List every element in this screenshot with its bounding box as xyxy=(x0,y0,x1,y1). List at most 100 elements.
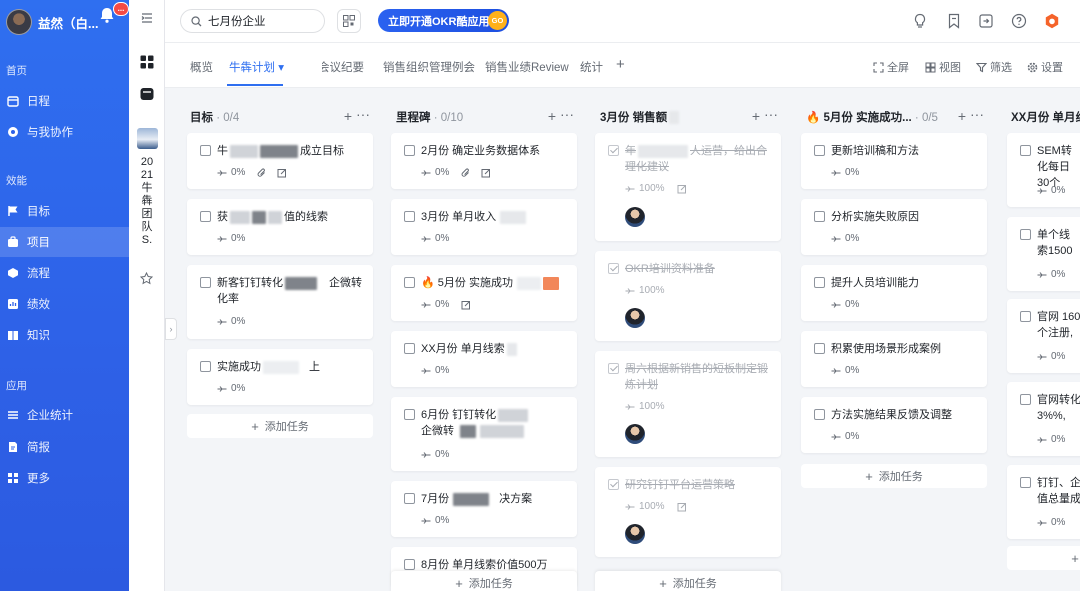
task-card[interactable]: 官网转化3%%, 0% xyxy=(1007,382,1080,456)
task-checkbox[interactable] xyxy=(608,479,619,490)
assignee-avatar[interactable] xyxy=(625,424,645,444)
team-thumbnail[interactable] xyxy=(137,128,158,149)
edit-icon[interactable] xyxy=(677,502,687,512)
app-logo-icon[interactable] xyxy=(1044,13,1060,29)
task-checkbox[interactable] xyxy=(404,343,415,354)
sidebar-item-calendar[interactable]: 日程 xyxy=(0,86,129,116)
tab-meeting-notes[interactable]: 会议纪要 xyxy=(322,59,366,75)
tab-sales-review[interactable]: 销售业绩Review xyxy=(485,59,569,75)
task-card[interactable]: 新客钉钉转化 企微转化率 0% xyxy=(187,265,373,339)
task-checkbox[interactable] xyxy=(404,277,415,288)
edit-icon[interactable] xyxy=(461,300,471,310)
task-card[interactable]: 积累使用场景形成案例 0% xyxy=(801,331,987,387)
task-checkbox[interactable] xyxy=(200,211,211,222)
tab-overview[interactable]: 概览 xyxy=(190,59,213,75)
task-checkbox[interactable] xyxy=(404,145,415,156)
task-card[interactable]: 3月份 单月收入 0% xyxy=(391,199,577,255)
task-checkbox[interactable] xyxy=(608,263,619,274)
team-name[interactable]: 2021牛犇团队S. xyxy=(139,156,155,247)
task-card[interactable]: SEM转化每日30个 0% xyxy=(1007,133,1080,207)
qr-code-button[interactable] xyxy=(337,9,361,33)
task-checkbox[interactable] xyxy=(404,211,415,222)
add-icon[interactable]: + xyxy=(752,108,760,124)
task-checkbox[interactable] xyxy=(200,145,211,156)
task-checkbox[interactable] xyxy=(1020,477,1031,488)
more-icon[interactable]: ··· xyxy=(970,106,984,122)
sidebar-item-goals[interactable]: 目标 xyxy=(0,196,129,226)
export-icon[interactable] xyxy=(978,13,994,29)
avatar[interactable] xyxy=(6,9,32,35)
task-card[interactable]: 分析实施失败原因 0% xyxy=(801,199,987,255)
add-task-button[interactable]: +添加任务 xyxy=(187,414,373,438)
tab-statistics[interactable]: 统计 xyxy=(580,59,603,75)
task-checkbox[interactable] xyxy=(200,277,211,288)
task-checkbox[interactable] xyxy=(608,363,619,374)
add-task-button[interactable]: +添加任务 xyxy=(595,571,781,591)
task-card[interactable]: 单个线索1500 0% xyxy=(1007,217,1080,291)
menu-fold-icon[interactable] xyxy=(141,12,153,24)
task-card[interactable]: 钉钉、企值总量成 0% xyxy=(1007,465,1080,539)
okr-promo-button[interactable]: 立即开通OKR酷应用 GO xyxy=(378,9,509,32)
search-input[interactable]: 七月份企业 xyxy=(180,9,325,33)
sidebar-item-knowledge[interactable]: 知识 xyxy=(0,320,129,350)
add-task-button[interactable]: +添加任务 xyxy=(1007,546,1080,570)
app-grid-icon[interactable] xyxy=(140,55,154,69)
task-card[interactable]: 年人运营，给出合理化建议 100% xyxy=(595,133,781,241)
sidebar-item-briefing[interactable]: 简报 xyxy=(0,432,129,462)
task-checkbox[interactable] xyxy=(1020,311,1031,322)
sidebar-item-enterprise-stats[interactable]: 企业统计 xyxy=(0,400,129,430)
task-checkbox[interactable] xyxy=(814,145,825,156)
task-checkbox[interactable] xyxy=(814,277,825,288)
sidebar-item-flow[interactable]: 流程 xyxy=(0,258,129,288)
add-icon[interactable]: + xyxy=(548,108,556,124)
task-card[interactable]: 获 值的线索 0% xyxy=(187,199,373,255)
task-card[interactable]: 实施成功 上 0% xyxy=(187,349,373,405)
edit-icon[interactable] xyxy=(481,168,491,178)
task-checkbox[interactable] xyxy=(404,559,415,570)
view-button[interactable]: 视图 xyxy=(925,59,961,75)
task-card[interactable]: 提升人员培训能力 0% xyxy=(801,265,987,321)
task-card[interactable]: 周六根据新销售的短板制定锻炼计划 100% xyxy=(595,351,781,457)
assignee-avatar[interactable] xyxy=(625,524,645,544)
add-icon[interactable]: + xyxy=(344,108,352,124)
task-card[interactable]: 🔥 5月份 实施成功 0% xyxy=(391,265,577,321)
task-card[interactable]: 研究钉钉平台运营策略 100% xyxy=(595,467,781,557)
sidebar-item-more[interactable]: 更多 xyxy=(0,463,129,493)
task-card[interactable]: 方法实施结果反馈及调整 0% xyxy=(801,397,987,453)
task-card[interactable]: 7月份 决方案 0% xyxy=(391,481,577,537)
assignee-avatar[interactable] xyxy=(625,207,645,227)
task-card[interactable]: 官网 160个注册, 0% xyxy=(1007,299,1080,373)
tab-sales-meeting[interactable]: 销售组织管理例会 xyxy=(383,59,475,75)
attachment-icon[interactable] xyxy=(461,167,471,178)
more-icon[interactable]: ··· xyxy=(764,106,778,122)
edit-icon[interactable] xyxy=(277,168,287,178)
star-icon[interactable] xyxy=(140,272,153,285)
task-card[interactable]: OKR培训资料准备 100% xyxy=(595,251,781,341)
tab-niuben-plan[interactable]: 牛犇计划 ▾ xyxy=(229,59,284,75)
more-icon[interactable]: ··· xyxy=(560,106,574,122)
task-checkbox[interactable] xyxy=(200,361,211,372)
edit-icon[interactable] xyxy=(677,184,687,194)
task-checkbox[interactable] xyxy=(814,343,825,354)
task-checkbox[interactable] xyxy=(1020,229,1031,240)
add-icon[interactable]: + xyxy=(958,108,966,124)
attachment-icon[interactable] xyxy=(257,167,267,178)
task-checkbox[interactable] xyxy=(404,493,415,504)
add-task-button[interactable]: +添加任务 xyxy=(801,464,987,488)
task-checkbox[interactable] xyxy=(1020,145,1031,156)
sidebar-item-projects[interactable]: 项目 xyxy=(0,227,129,257)
folder-icon[interactable] xyxy=(140,87,154,101)
task-card[interactable]: XX月份 单月线索 0% xyxy=(391,331,577,387)
task-checkbox[interactable] xyxy=(814,211,825,222)
more-icon[interactable]: ··· xyxy=(356,106,370,122)
assignee-avatar[interactable] xyxy=(625,308,645,328)
lightbulb-icon[interactable] xyxy=(912,13,928,29)
sidebar-item-performance[interactable]: 绩效 xyxy=(0,289,129,319)
filter-button[interactable]: 筛选 xyxy=(976,59,1012,75)
task-checkbox[interactable] xyxy=(814,409,825,420)
add-task-button[interactable]: +添加任务 xyxy=(391,571,577,591)
task-checkbox[interactable] xyxy=(1020,394,1031,405)
task-card[interactable]: 更新培训稿和方法 0% xyxy=(801,133,987,189)
task-checkbox[interactable] xyxy=(404,409,415,420)
task-checkbox[interactable] xyxy=(608,145,619,156)
